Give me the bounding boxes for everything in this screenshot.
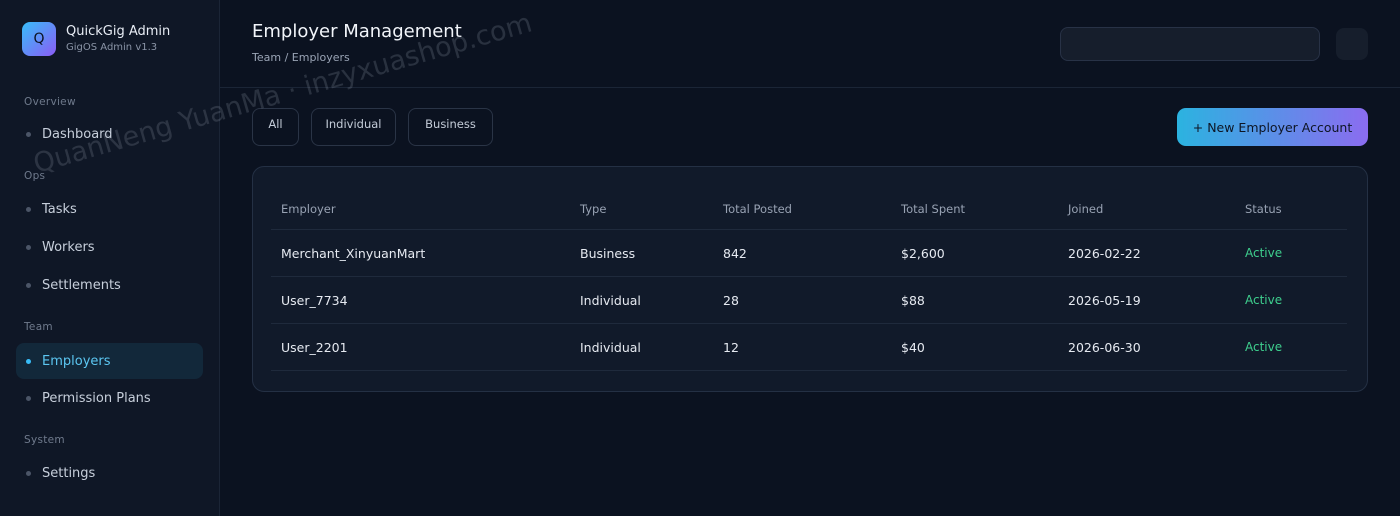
filter-business-button[interactable]: Business [408, 108, 493, 146]
header-divider [220, 87, 1400, 88]
employers-table: Employer Type Total Posted Total Spent J… [252, 166, 1368, 392]
sidebar-item-label: Settings [42, 465, 96, 481]
column-header-total-spent: Total Spent [901, 202, 965, 216]
cell-joined: 2026-02-22 [1068, 246, 1141, 261]
dot-icon [26, 206, 31, 212]
cell-joined: 2026-05-19 [1068, 293, 1141, 308]
cell-type: Individual [580, 293, 641, 308]
status-badge: Active [1245, 246, 1283, 260]
brand-name: QuickGig Admin [66, 24, 171, 39]
cell-total-spent: $2,600 [901, 246, 945, 261]
header-icon-button[interactable] [1336, 28, 1368, 60]
sidebar-item-label: Workers [42, 239, 95, 255]
sidebar-item-settings[interactable]: Settings [16, 455, 203, 491]
sidebar-item-label: Employers [42, 353, 111, 369]
nav-section-overview: Overview [24, 96, 76, 108]
cell-type: Business [580, 246, 636, 261]
sidebar-item-label: Permission Plans [42, 390, 151, 406]
nav-section-ops: Ops [24, 170, 46, 182]
column-header-employer: Employer [281, 202, 336, 216]
dot-icon [26, 282, 31, 288]
sidebar-item-label: Settlements [42, 277, 121, 293]
cell-total-posted: 842 [723, 246, 747, 261]
row-divider [271, 229, 1347, 230]
nav-section-system: System [24, 434, 65, 446]
filter-individual-button[interactable]: Individual [311, 108, 396, 146]
cell-employer: Merchant_XinyuanMart [281, 246, 426, 261]
dot-icon [26, 358, 31, 364]
cell-type: Individual [580, 340, 641, 355]
sidebar-item-label: Tasks [42, 201, 77, 217]
cell-total-posted: 12 [723, 340, 739, 355]
column-header-joined: Joined [1068, 202, 1104, 216]
dot-icon [26, 395, 31, 401]
sidebar-item-permission-plans[interactable]: Permission Plans [16, 380, 203, 416]
cell-total-posted: 28 [723, 293, 739, 308]
breadcrumb: Team / Employers [252, 51, 350, 64]
sidebar-item-settlements[interactable]: Settlements [16, 267, 203, 303]
sidebar-item-label: Dashboard [42, 126, 113, 142]
sidebar-item-workers[interactable]: Workers [16, 229, 203, 265]
brand-subtitle: GigOS Admin v1.3 [66, 42, 158, 53]
dot-icon [26, 470, 31, 476]
row-divider [271, 370, 1347, 371]
sidebar-item-employers[interactable]: Employers [16, 343, 203, 379]
cell-total-spent: $88 [901, 293, 925, 308]
search-input[interactable] [1060, 27, 1320, 61]
row-divider [271, 276, 1347, 277]
new-employer-account-button[interactable]: + New Employer Account [1177, 108, 1368, 146]
brand-logo: Q [22, 22, 56, 56]
cell-employer: User_2201 [281, 340, 348, 355]
column-header-status: Status [1245, 202, 1282, 216]
status-badge: Active [1245, 340, 1283, 354]
cell-total-spent: $40 [901, 340, 925, 355]
status-badge: Active [1245, 293, 1283, 307]
row-divider [271, 323, 1347, 324]
brand: Q QuickGig Admin GigOS Admin v1.3 [22, 22, 170, 56]
column-header-type: Type [580, 202, 607, 216]
sidebar-item-dashboard[interactable]: Dashboard [16, 116, 203, 152]
column-header-total-posted: Total Posted [723, 202, 792, 216]
sidebar-item-tasks[interactable]: Tasks [16, 191, 203, 227]
page-title: Employer Management [252, 21, 462, 42]
sidebar: Q QuickGig Admin GigOS Admin v1.3 Overvi… [0, 0, 220, 516]
dot-icon [26, 131, 31, 137]
cell-employer: User_7734 [281, 293, 348, 308]
dot-icon [26, 244, 31, 250]
cell-joined: 2026-06-30 [1068, 340, 1141, 355]
nav-section-team: Team [24, 321, 53, 333]
filter-all-button[interactable]: All [252, 108, 299, 146]
